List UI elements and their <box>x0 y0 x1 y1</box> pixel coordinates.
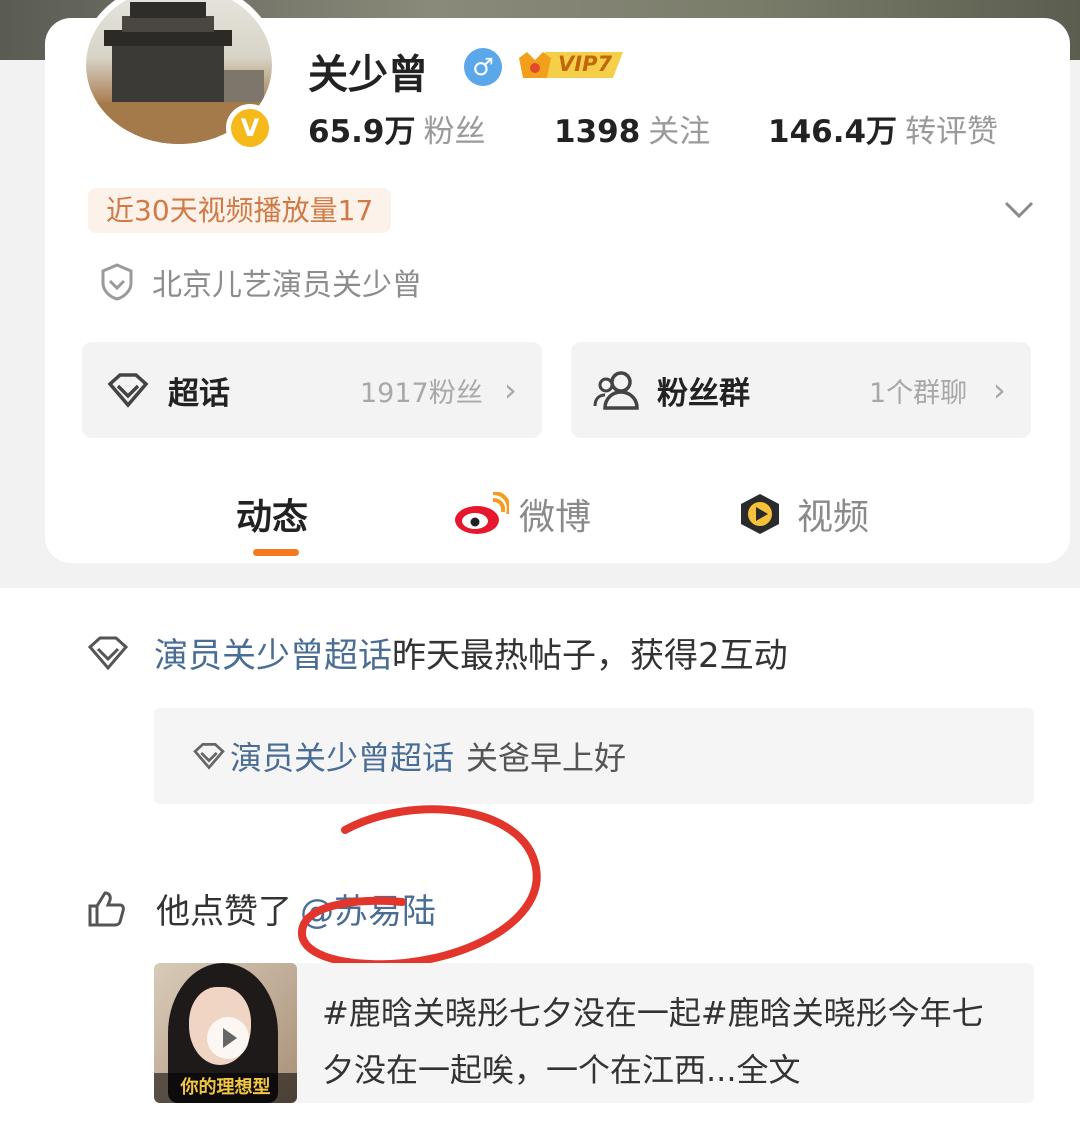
user-name: 关少曾 <box>308 52 428 98</box>
feed-item-text: 昨天最热帖子，获得2互动 <box>392 636 788 676</box>
fan-group-button[interactable]: 粉丝群 1个群聊 › <box>571 342 1031 438</box>
tab-weibo[interactable]: 微博 <box>453 488 591 540</box>
super-topic-button[interactable]: 超话 1917粉丝 › <box>82 342 542 438</box>
stat-following-label: 关注 <box>648 114 711 150</box>
stat-interactions-value: 146.4万 <box>768 114 898 150</box>
quoted-topic-link[interactable]: 演员关少曾超话 <box>230 733 454 779</box>
stat-fans-label: 粉丝 <box>423 114 486 150</box>
super-topic-count: 1917粉丝 <box>360 377 483 409</box>
play-count-tag: 近30天视频播放量17 <box>88 188 392 233</box>
tab-activity[interactable]: 动态 <box>236 488 308 540</box>
feed-item-super-topic[interactable]: 演员关少曾超话 昨天最热帖子，获得2互动 <box>86 628 788 677</box>
fan-group-label: 粉丝群 <box>657 375 750 412</box>
vip-label: VIP7 <box>558 52 613 76</box>
tab-active-indicator <box>253 549 299 556</box>
stat-interactions[interactable]: 146.4万 转评赞 <box>768 106 998 151</box>
play-icon[interactable] <box>207 1017 249 1059</box>
people-icon <box>593 371 639 410</box>
tab-activity-label: 动态 <box>236 497 309 538</box>
super-topic-label: 超话 <box>168 375 230 412</box>
stat-following-value: 1398 <box>554 114 641 150</box>
diamond-icon <box>107 373 149 408</box>
thumbnail-caption: 你的理想型 <box>154 1073 297 1103</box>
verification-text: 北京儿艺演员关少曾 <box>152 268 422 303</box>
diamond-icon <box>193 743 225 770</box>
stat-fans[interactable]: 65.9万 粉丝 <box>308 106 486 151</box>
quoted-post[interactable]: 演员关少曾超话 关爸早上好 <box>154 708 1034 804</box>
verification-row: 北京儿艺演员关少曾 <box>100 260 422 304</box>
chevron-right-icon: › <box>993 371 1006 409</box>
tab-weibo-label: 微博 <box>519 497 592 538</box>
tab-video[interactable]: 视频 <box>737 488 869 540</box>
verified-badge-icon: V <box>226 104 274 152</box>
diamond-icon <box>87 636 129 670</box>
stat-fans-value: 65.9万 <box>308 114 416 150</box>
weibo-icon <box>455 492 509 534</box>
super-topic-link[interactable]: 演员关少曾超话 <box>154 628 392 677</box>
thumbs-up-icon <box>88 890 125 926</box>
fan-group-count: 1个群聊 <box>869 377 968 409</box>
stat-interactions-label: 转评赞 <box>905 114 999 150</box>
shield-icon <box>101 263 133 301</box>
tab-video-label: 视频 <box>797 497 870 538</box>
male-icon: ♂ <box>464 48 502 86</box>
profile-page: V 关少曾 ♂ VIP7 65.9万 粉丝 1398 关注 146.4万 转评赞 近3… <box>0 0 1080 1145</box>
annotation-circle <box>298 805 541 969</box>
quoted-text: 关爸早上好 <box>466 739 627 777</box>
video-icon <box>741 494 779 534</box>
chevron-right-icon: › <box>504 371 517 409</box>
liked-post-text: #鹿晗关晓彤七夕没在一起#鹿晗关晓彤今年七夕没在一起唉，一个在江西...全文 <box>322 994 984 1089</box>
like-text: 他点赞了 <box>156 892 292 932</box>
chevron-down-icon[interactable] <box>1002 194 1036 224</box>
video-thumbnail[interactable]: 你的理想型 <box>154 963 297 1103</box>
stat-following[interactable]: 1398 关注 <box>554 106 710 151</box>
